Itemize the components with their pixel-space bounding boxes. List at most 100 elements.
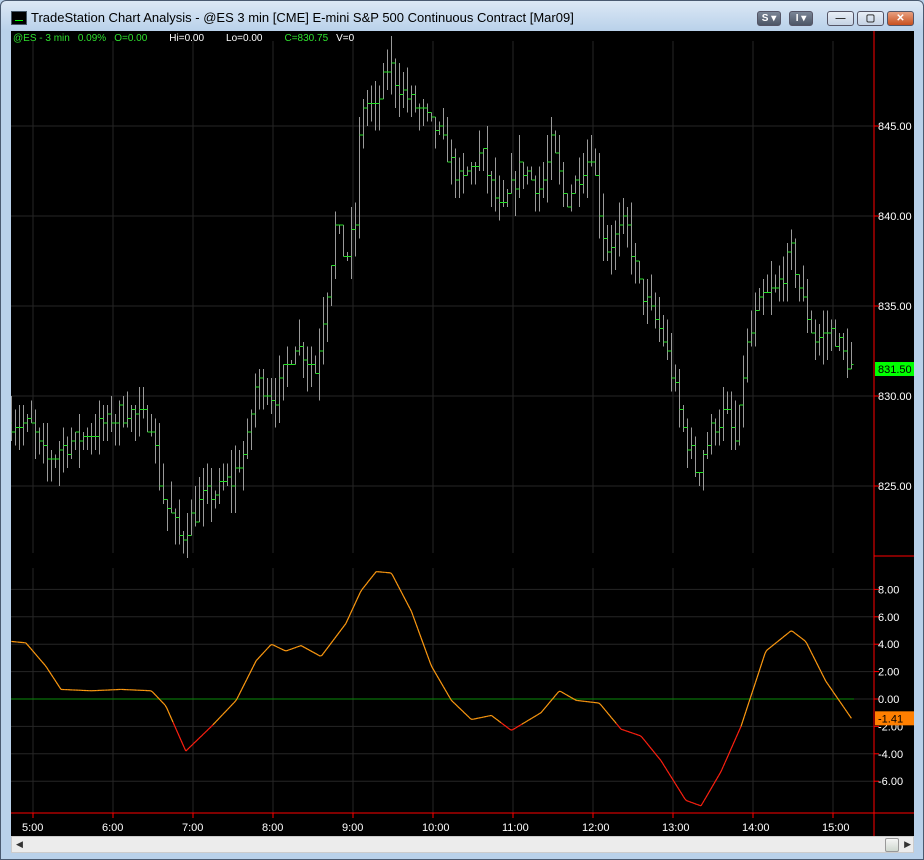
oscillator-segment — [255, 658, 259, 662]
oscillator-segment — [785, 633, 788, 636]
oscillator-segment — [724, 758, 728, 763]
time-tick-label: 7:00 — [182, 822, 203, 834]
oscillator-segment — [410, 611, 414, 616]
osc-tick-label: 4.00 — [878, 639, 899, 651]
oscillator-segment — [214, 720, 217, 724]
oscillator-segment — [566, 694, 569, 697]
oscillator-segment — [266, 646, 270, 649]
oscillator-segment — [292, 647, 295, 650]
oscillator-segment — [809, 649, 812, 653]
oscillator-segment — [654, 752, 657, 756]
oscillator-segment — [535, 714, 539, 717]
oscillator-segment — [779, 638, 782, 641]
oscillator-segment — [287, 649, 291, 651]
oscillator-segment — [607, 713, 611, 717]
oscillator-segment — [804, 640, 808, 644]
oscillator-segment — [313, 652, 316, 654]
oscillator-segment — [766, 648, 769, 651]
oscillator-segment — [812, 655, 816, 660]
oscillator-segment — [34, 653, 38, 657]
oscillator-segment — [466, 715, 470, 718]
oscillator-segment — [390, 572, 393, 575]
chart-area[interactable]: @ES - 3 min 0.09% O=0.00 Hi=0.00 Lo=0.00 C=83… — [11, 31, 914, 836]
oscillator-segment — [617, 724, 620, 728]
oscillator-segment — [366, 581, 369, 585]
oscillator-segment — [324, 648, 328, 652]
oscillator-segment — [759, 663, 763, 669]
title-bar[interactable]: TradeStation Chart Analysis - @ES 3 min … — [1, 1, 923, 31]
oscillator-segment — [239, 688, 243, 693]
oscillator-segment — [826, 683, 830, 687]
oscillator-segment — [275, 645, 278, 648]
oscillator-segment — [297, 645, 300, 648]
oscillator-segment — [436, 675, 440, 679]
oscillator-segment — [745, 706, 748, 713]
oscillator-segment — [678, 788, 681, 792]
info-high: Hi=0.00 — [169, 33, 205, 44]
oscillator-segment — [548, 700, 552, 704]
oscillator-segment — [353, 602, 356, 607]
osc-tick-label: 8.00 — [878, 584, 899, 596]
oscillator-segment — [748, 697, 752, 703]
oscillator-segment — [335, 633, 339, 637]
oscillator-segment — [226, 707, 230, 711]
oscillator-segment — [508, 728, 511, 731]
oscillator-segment — [228, 705, 232, 709]
oscillator-segment — [215, 719, 219, 722]
oscillator-segment — [721, 765, 724, 771]
horizontal-scrollbar[interactable]: ◀ ▶ — [11, 836, 914, 853]
oscillator-segment — [660, 760, 664, 764]
oscillator-segment — [543, 706, 547, 710]
oscillator-segment — [362, 585, 366, 589]
minimize-button[interactable]: — — [827, 11, 854, 26]
oscillator-segment — [38, 657, 41, 660]
oscillator-segment — [524, 720, 527, 723]
close-button[interactable]: ✕ — [887, 11, 914, 26]
time-tick-label: 13:00 — [662, 822, 690, 834]
oscillator-segment — [844, 708, 848, 712]
oscillator-segment — [831, 690, 835, 694]
oscillator-segment — [495, 718, 499, 721]
oscillator-segment — [686, 800, 689, 802]
oscillator-segment — [545, 704, 548, 708]
oscillator-segment — [838, 699, 841, 703]
oscillator-segment — [28, 646, 32, 649]
oscillator-segment — [780, 637, 783, 640]
oscillator-segment — [356, 595, 360, 600]
oscillator-segment — [202, 732, 206, 735]
scroll-right-icon[interactable]: ▶ — [904, 839, 911, 850]
oscillator-segment — [684, 798, 688, 802]
time-tick-label: 14:00 — [742, 822, 770, 834]
interval-link-button[interactable]: I ▾ — [789, 11, 813, 26]
oscillator-segment — [702, 800, 705, 804]
oscillator-segment — [494, 717, 497, 720]
oscillator-segment — [26, 644, 30, 647]
oscillator-segment — [41, 661, 44, 664]
info-volume: V=0 — [336, 33, 355, 44]
oscillator-segment — [470, 718, 473, 720]
oscillator-segment — [257, 656, 260, 660]
oscillator-segment — [334, 636, 337, 639]
oscillator-segment — [161, 701, 164, 704]
oscillator-segment — [609, 715, 612, 718]
osc-tick-label: 2.00 — [878, 667, 899, 679]
oscillator-segment — [49, 671, 52, 676]
oscillator-segment — [516, 725, 519, 728]
oscillator-segment — [185, 749, 188, 752]
oscillator-segment — [624, 729, 626, 732]
oscillator-segment — [439, 680, 443, 685]
symbol-link-button[interactable]: S ▾ — [757, 11, 781, 26]
oscillator-segment — [294, 646, 297, 649]
oscillator-segment — [57, 684, 60, 688]
scroll-thumb[interactable] — [885, 838, 899, 852]
oscillator-segment — [295, 646, 299, 648]
osc-tick-label: 6.00 — [878, 612, 899, 624]
oscillator-segment — [247, 673, 251, 677]
maximize-button[interactable]: ▢ — [857, 11, 884, 26]
oscillator-segment — [327, 644, 331, 648]
oscillator-segment — [666, 770, 670, 774]
oscillator-segment — [738, 726, 742, 731]
oscillator-segment — [404, 598, 408, 603]
oscillator-segment — [186, 747, 190, 750]
scroll-left-icon[interactable]: ◀ — [16, 839, 23, 850]
